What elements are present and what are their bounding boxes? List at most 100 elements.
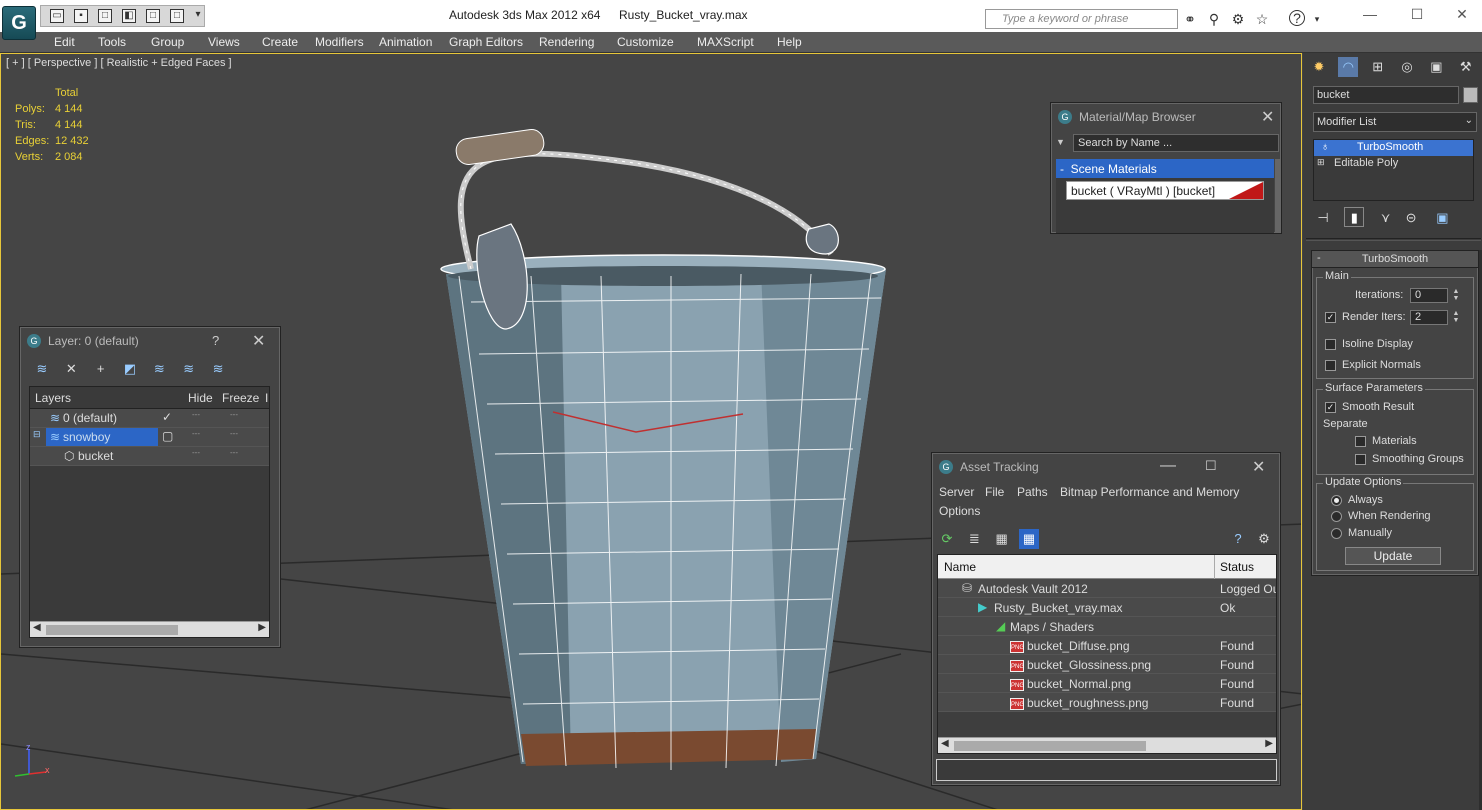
asset-menu-paths[interactable]: Paths xyxy=(1017,485,1048,499)
update-button[interactable]: Update xyxy=(1345,547,1441,565)
material-browser-title-bar[interactable]: G Material/Map Browser ✕ xyxy=(1051,103,1281,131)
layer-row[interactable]: ≋ 0 (default) ✓ --- --- xyxy=(30,409,269,428)
freeze-toggle[interactable]: --- xyxy=(230,410,238,419)
motion-tab-icon[interactable]: ◎ xyxy=(1397,57,1417,77)
close-icon[interactable]: ✕ xyxy=(1252,457,1265,477)
project-folder-icon[interactable]: □ xyxy=(170,9,184,23)
layer-window-title-bar[interactable]: G Layer: 0 (default) ? ✕ xyxy=(20,327,280,355)
help-dropdown-icon[interactable]: ▾ xyxy=(1308,10,1326,28)
asset-row[interactable]: PNG bucket_Glossiness.png Found xyxy=(938,655,1276,674)
help-icon[interactable]: ? xyxy=(1228,529,1248,549)
menu-modifiers[interactable]: Modifiers xyxy=(315,35,364,49)
menu-create[interactable]: Create xyxy=(262,35,298,49)
scroll-left-icon[interactable]: ◀ xyxy=(33,622,41,633)
menu-views[interactable]: Views xyxy=(208,35,240,49)
col-hide[interactable]: Hide xyxy=(188,391,213,405)
redo-icon[interactable]: □ xyxy=(146,9,160,23)
show-end-result-icon[interactable]: ▮ xyxy=(1344,207,1365,227)
scroll-thumb[interactable] xyxy=(954,741,1146,751)
vertical-scrollbar[interactable] xyxy=(1275,159,1281,233)
explicit-normals-checkbox[interactable] xyxy=(1325,359,1336,371)
when-rendering-row[interactable]: When Rendering xyxy=(1331,510,1431,522)
help-icon[interactable]: ? xyxy=(1289,10,1305,26)
hide-toggle[interactable]: --- xyxy=(192,410,200,419)
spinner-arrows-icon[interactable]: ▲ ▼ xyxy=(1452,288,1460,303)
remove-modifier-icon[interactable]: ⊝ xyxy=(1401,208,1421,228)
collapse-icon[interactable]: ⊟ xyxy=(33,429,41,440)
open-folder-icon[interactable]: ▭ xyxy=(50,9,64,23)
asset-menu-server[interactable]: Server xyxy=(939,485,974,499)
list-view-icon[interactable]: ≣ xyxy=(964,529,984,549)
smoothing-groups-checkbox[interactable] xyxy=(1355,453,1366,465)
make-unique-icon[interactable]: ⋎ xyxy=(1376,208,1396,228)
scroll-thumb[interactable] xyxy=(46,625,178,635)
rollout-header[interactable]: - TurboSmooth xyxy=(1312,251,1478,268)
menu-group[interactable]: Group xyxy=(151,35,184,49)
app-logo-button[interactable]: G xyxy=(2,6,36,40)
spinner-arrows-icon[interactable]: ▲ ▼ xyxy=(1452,310,1460,325)
close-icon[interactable]: ✕ xyxy=(1261,107,1274,127)
hide-toggle[interactable]: --- xyxy=(192,429,200,438)
select-objects-icon[interactable]: ◩ xyxy=(120,359,140,379)
undo-icon[interactable]: ◧ xyxy=(122,9,136,23)
asset-row[interactable]: PNG bucket_Diffuse.png Found xyxy=(938,636,1276,655)
table-view-icon[interactable]: ▦ xyxy=(1019,529,1040,549)
horizontal-scrollbar[interactable]: ◀ ▶ xyxy=(938,737,1276,753)
stack-item-turbosmooth[interactable]: ♁ TurboSmooth xyxy=(1314,140,1473,156)
layer-row[interactable]: ⊟ ≋ snowboy ▢ --- --- xyxy=(30,428,269,447)
menu-maxscript[interactable]: MAXScript xyxy=(697,35,754,49)
menu-tools[interactable]: Tools xyxy=(98,35,126,49)
object-row[interactable]: ⬡ bucket --- --- xyxy=(30,447,269,466)
iterations-spinner[interactable]: 0 xyxy=(1410,288,1448,303)
asset-row[interactable]: PNG bucket_roughness.png Found xyxy=(938,693,1276,712)
smooth-result-row[interactable]: ✓ Smooth Result xyxy=(1325,401,1414,413)
expand-icon[interactable]: ⊞ xyxy=(1317,157,1325,168)
render-iters-spinner[interactable]: 2 xyxy=(1410,310,1448,325)
thumbnail-view-icon[interactable]: ▦ xyxy=(992,529,1012,549)
help-question-icon[interactable]: ? xyxy=(212,333,219,348)
explicit-normals-row[interactable]: Explicit Normals xyxy=(1325,359,1421,371)
create-tab-icon[interactable]: ✹ xyxy=(1309,57,1329,77)
subscription-icon[interactable]: ⚙ xyxy=(1229,10,1247,28)
refresh-icon[interactable]: ⟳ xyxy=(937,529,957,549)
menu-graph-editors[interactable]: Graph Editors xyxy=(449,35,523,49)
delete-layer-icon[interactable]: ✕ xyxy=(61,359,81,379)
asset-menu-file[interactable]: File xyxy=(985,485,1004,499)
freeze-all-icon[interactable]: ≋ xyxy=(208,359,228,379)
active-box-icon[interactable]: ▢ xyxy=(162,429,173,443)
lightbulb-icon[interactable]: ♁ xyxy=(1321,141,1329,153)
scroll-right-icon[interactable]: ▶ xyxy=(1265,738,1273,749)
utilities-tab-icon[interactable]: ⚒ xyxy=(1456,57,1476,77)
highlight-layer-icon[interactable]: ≋ xyxy=(149,359,169,379)
col-freeze[interactable]: Freeze xyxy=(222,391,259,405)
active-check-icon[interactable]: ✓ xyxy=(162,410,172,424)
menu-help[interactable]: Help xyxy=(777,35,802,49)
add-to-layer-icon[interactable]: + xyxy=(91,359,111,379)
new-scene-icon[interactable]: □ xyxy=(98,9,112,23)
asset-row[interactable]: PNG bucket_Normal.png Found xyxy=(938,674,1276,693)
pin-stack-icon[interactable]: ⊣ xyxy=(1313,208,1333,228)
object-color-swatch[interactable] xyxy=(1463,87,1478,103)
modify-tab-icon[interactable]: ◠ xyxy=(1338,57,1359,77)
menu-rendering[interactable]: Rendering xyxy=(539,35,594,49)
hierarchy-tab-icon[interactable]: ⊞ xyxy=(1368,57,1388,77)
configure-sets-icon[interactable]: ▣ xyxy=(1432,208,1452,228)
asset-row[interactable]: ◢ Maps / Shaders xyxy=(938,617,1276,636)
materials-checkbox[interactable] xyxy=(1355,435,1366,447)
binoculars-icon[interactable]: ⚭ xyxy=(1181,10,1199,28)
render-iters-row[interactable]: ✓ Render Iters: xyxy=(1325,311,1406,323)
hide-toggle[interactable]: --- xyxy=(192,448,200,457)
always-row[interactable]: Always xyxy=(1331,494,1383,506)
material-item[interactable]: bucket ( VRayMtl ) [bucket] xyxy=(1066,181,1264,200)
maximize-button[interactable]: ☐ xyxy=(1397,6,1437,24)
freeze-toggle[interactable]: --- xyxy=(230,429,238,438)
scroll-left-icon[interactable]: ◀ xyxy=(941,738,949,749)
object-name-field[interactable]: bucket xyxy=(1313,86,1459,104)
always-radio[interactable] xyxy=(1331,494,1342,506)
asset-row[interactable]: ⛁ Autodesk Vault 2012 Logged Ou xyxy=(938,579,1276,598)
col-status[interactable]: Status xyxy=(1220,560,1254,574)
save-icon[interactable]: ▪ xyxy=(74,9,88,23)
menu-customize[interactable]: Customize xyxy=(617,35,674,49)
materials-row[interactable]: Materials xyxy=(1355,435,1417,447)
asset-row[interactable]: ▶ Rusty_Bucket_vray.max Ok xyxy=(938,598,1276,617)
